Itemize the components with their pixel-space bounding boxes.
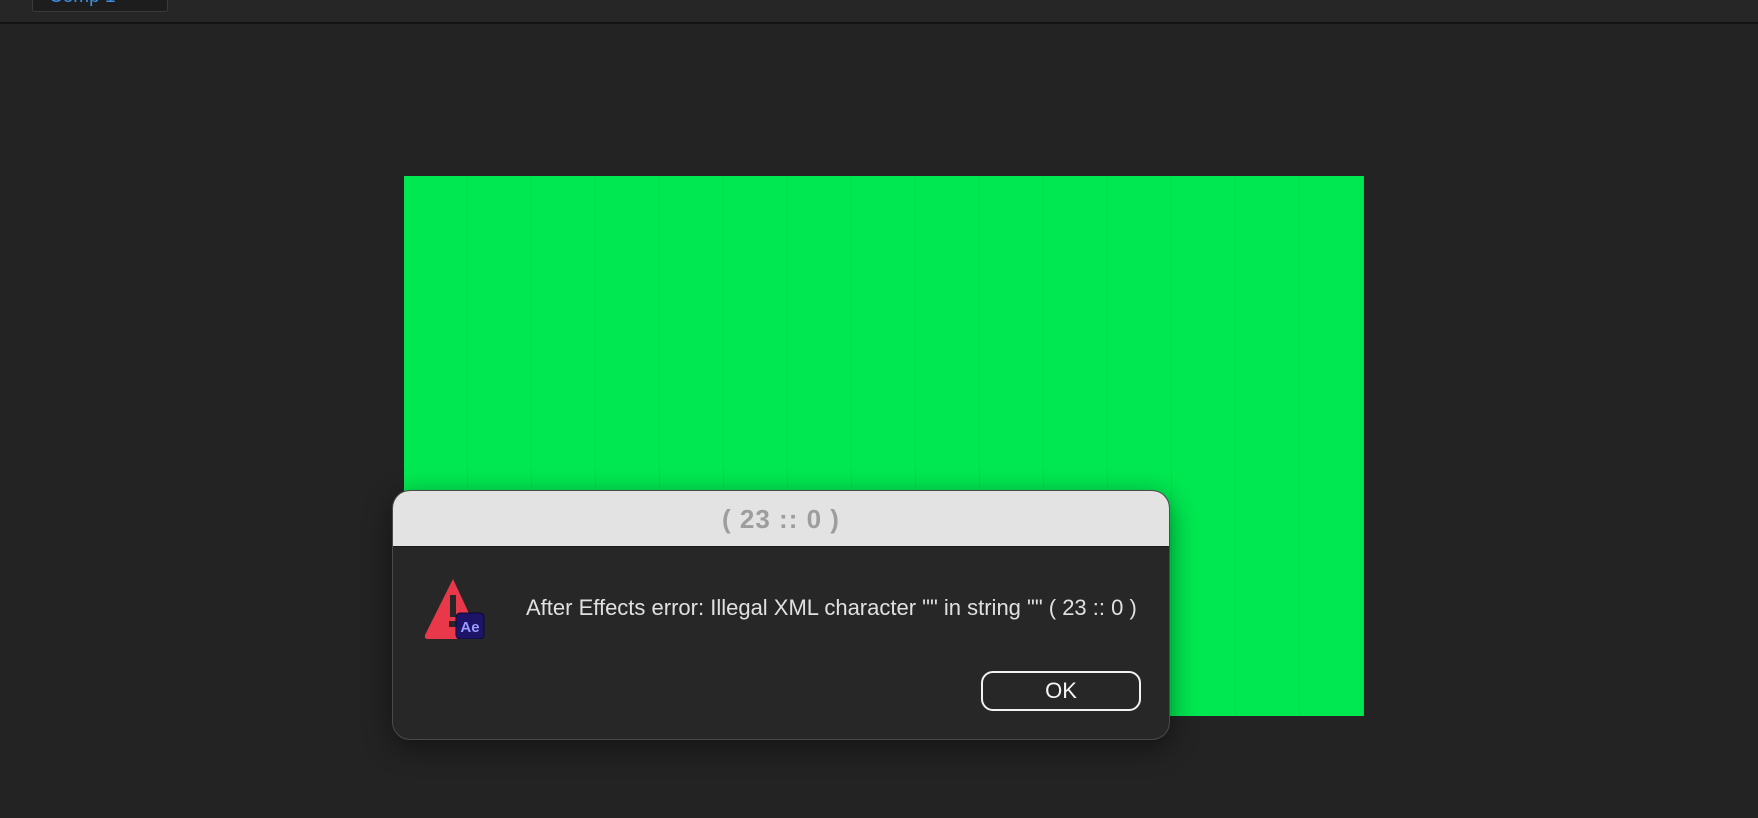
warning-triangle-ae-icon: Ae (424, 579, 485, 639)
ae-badge-label: Ae (460, 619, 479, 636)
dialog-titlebar: ( 23 :: 0 ) (393, 491, 1169, 547)
panel-tab-bar: Comp 1 (0, 0, 1758, 24)
error-message: After Effects error: Illegal XML charact… (526, 595, 1137, 620)
tab-comp-1-label: Comp 1 (49, 0, 116, 8)
tab-comp-1[interactable]: Comp 1 (32, 0, 168, 12)
ok-button[interactable]: OK (981, 671, 1141, 711)
error-dialog: ( 23 :: 0 ) Ae After Effects error: Ille… (392, 490, 1170, 740)
exclamation-bar (450, 595, 456, 617)
dialog-title: ( 23 :: 0 ) (722, 504, 840, 534)
